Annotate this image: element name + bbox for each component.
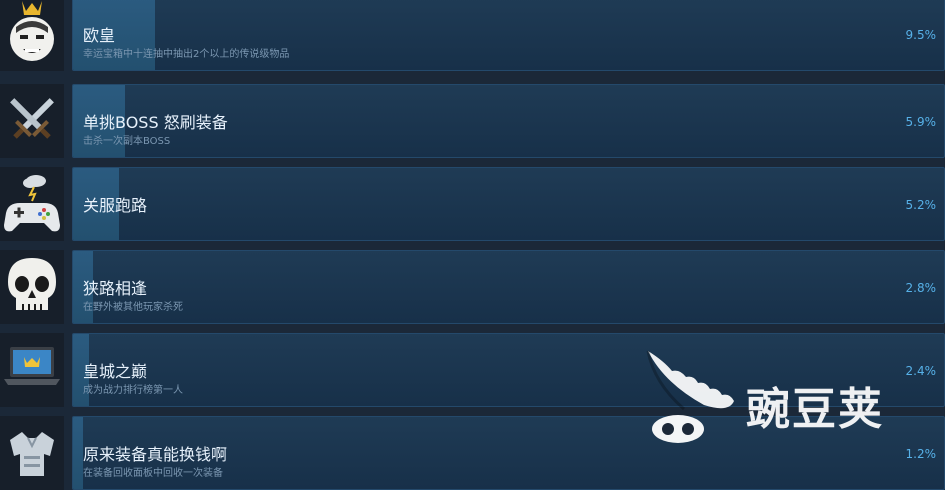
progress-fill <box>73 417 83 489</box>
achievement-row[interactable]: 皇城之巅 成为战力排行榜第一人 2.4% <box>0 333 945 407</box>
achievement-desc: 成为战力排行榜第一人 <box>83 385 183 396</box>
achievement-title: 欧皇 <box>83 26 116 45</box>
achievement-row[interactable]: 原来装备真能换钱啊 在装备回收面板中回收一次装备 1.2% <box>0 416 945 490</box>
king-face-icon <box>0 0 64 71</box>
achievement-title: 狭路相逢 <box>83 279 148 298</box>
achievement-title: 关服跑路 <box>83 196 148 215</box>
achievement-desc: 击杀一次副本BOSS <box>83 136 171 147</box>
achievement-panel: 皇城之巅 成为战力排行榜第一人 2.4% <box>72 333 945 407</box>
achievement-panel: 欧皇 幸运宝箱中十连抽中抽出2个以上的传说级物品 9.5% <box>72 0 945 71</box>
laptop-crown-icon <box>0 333 64 407</box>
achievement-desc: 在野外被其他玩家杀死 <box>83 302 183 313</box>
skull-icon <box>0 250 64 324</box>
achievement-row[interactable]: 狭路相逢 在野外被其他玩家杀死 2.8% <box>0 250 945 324</box>
achievement-row[interactable]: 单挑BOSS 怒刷装备 击杀一次副本BOSS 5.9% <box>0 84 945 158</box>
achievement-panel: 单挑BOSS 怒刷装备 击杀一次副本BOSS 5.9% <box>72 84 945 158</box>
achievement-title: 单挑BOSS 怒刷装备 <box>83 113 228 132</box>
achievement-row[interactable]: 关服跑路 5.2% <box>0 167 945 241</box>
achievement-title: 原来装备真能换钱啊 <box>83 445 228 464</box>
achievement-percent: 1.2% <box>905 447 937 461</box>
achievement-panel: 狭路相逢 在野外被其他玩家杀死 2.8% <box>72 250 945 324</box>
achievement-percent: 2.4% <box>905 364 937 378</box>
achievement-percent: 5.9% <box>905 115 937 129</box>
gamepad-cloud-icon <box>0 167 64 241</box>
achievement-list: 欧皇 幸运宝箱中十连抽中抽出2个以上的传说级物品 9.5% 单挑BOSS 怒刷装… <box>0 0 945 490</box>
achievement-percent: 5.2% <box>905 198 937 212</box>
achievement-title: 皇城之巅 <box>83 362 148 381</box>
achievement-percent: 9.5% <box>905 28 937 42</box>
achievement-row[interactable]: 欧皇 幸运宝箱中十连抽中抽出2个以上的传说级物品 9.5% <box>0 0 945 71</box>
achievement-desc: 幸运宝箱中十连抽中抽出2个以上的传说级物品 <box>83 49 290 60</box>
achievement-panel: 关服跑路 5.2% <box>72 167 945 241</box>
crossed-swords-icon <box>0 84 64 158</box>
achievement-desc: 在装备回收面板中回收一次装备 <box>83 468 223 479</box>
achievement-panel: 原来装备真能换钱啊 在装备回收面板中回收一次装备 1.2% <box>72 416 945 490</box>
armor-icon <box>0 416 64 490</box>
achievement-percent: 2.8% <box>905 281 937 295</box>
